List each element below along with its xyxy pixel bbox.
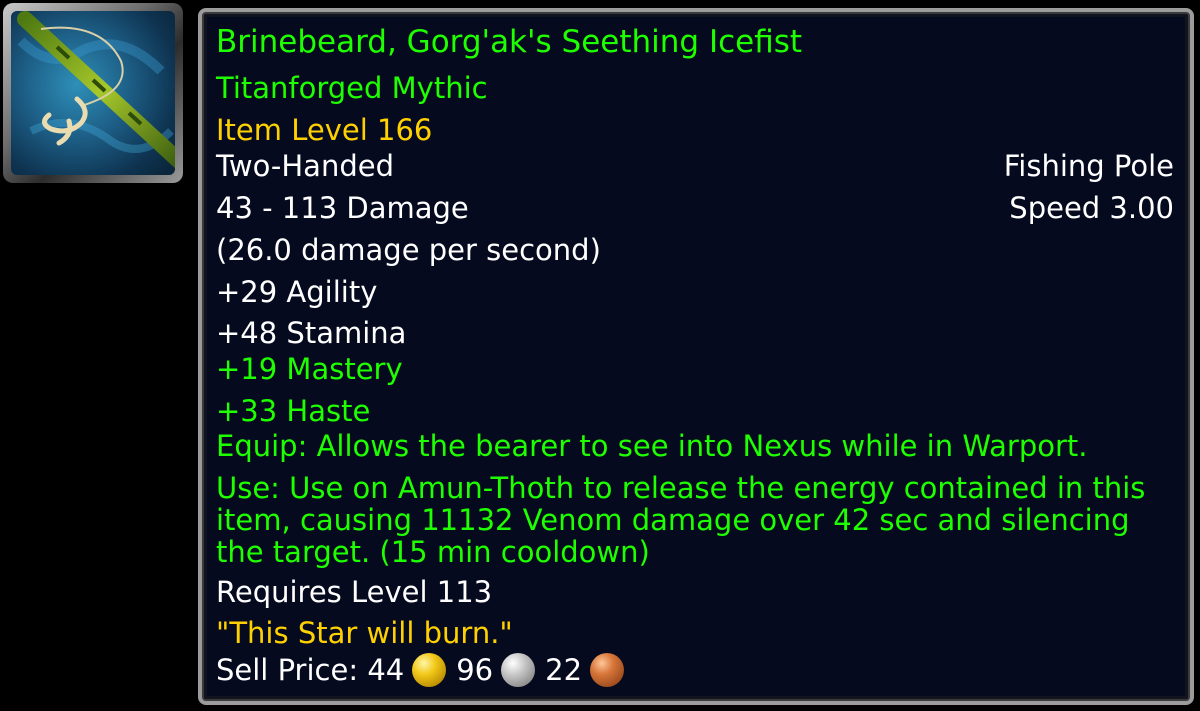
copper-amount: 22 <box>545 653 583 687</box>
item-speed: Speed 3.00 <box>1009 191 1174 225</box>
item-quality: Titanforged Mythic <box>216 71 488 105</box>
required-level: Requires Level 113 <box>216 575 493 609</box>
item-name: Brinebeard, Gorg'ak's Seething Icefist <box>216 24 803 60</box>
item-type: Fishing Pole <box>1003 149 1174 183</box>
item-level: Item Level 166 <box>216 113 433 147</box>
stat-haste: +33 Haste <box>216 394 371 428</box>
flavor-text: "This Star will burn." <box>216 616 513 650</box>
equip-effect: Equip: Allows the bearer to see into Nex… <box>216 429 1088 463</box>
silver-amount: 96 <box>456 653 494 687</box>
item-icon-frame[interactable] <box>3 3 183 183</box>
sell-price-row: Sell Price: 44 96 22 <box>216 653 1174 687</box>
item-dps: (26.0 damage per second) <box>216 233 601 267</box>
slot-type-row: Two-Handed Fishing Pole <box>216 150 1174 182</box>
use-effect: Use: Use on Amun-Thoth to release the en… <box>216 471 1146 569</box>
gold-coin-icon <box>412 653 447 687</box>
silver-coin-icon <box>501 653 536 687</box>
damage-speed-row: 43 - 113 Damage Speed 3.00 <box>216 192 1174 224</box>
fishing-pole-icon <box>11 11 175 175</box>
stat-stamina: +48 Stamina <box>216 316 407 350</box>
stat-mastery: +19 Mastery <box>216 352 403 386</box>
sell-price-label: Sell Price: <box>216 653 359 687</box>
item-slot: Two-Handed <box>216 149 394 183</box>
item-damage: 43 - 113 Damage <box>216 191 469 225</box>
stat-agility: +29 Agility <box>216 275 378 309</box>
copper-coin-icon <box>590 653 625 687</box>
item-tooltip: Brinebeard, Gorg'ak's Seething Icefist T… <box>198 8 1194 705</box>
gold-amount: 44 <box>367 653 405 687</box>
